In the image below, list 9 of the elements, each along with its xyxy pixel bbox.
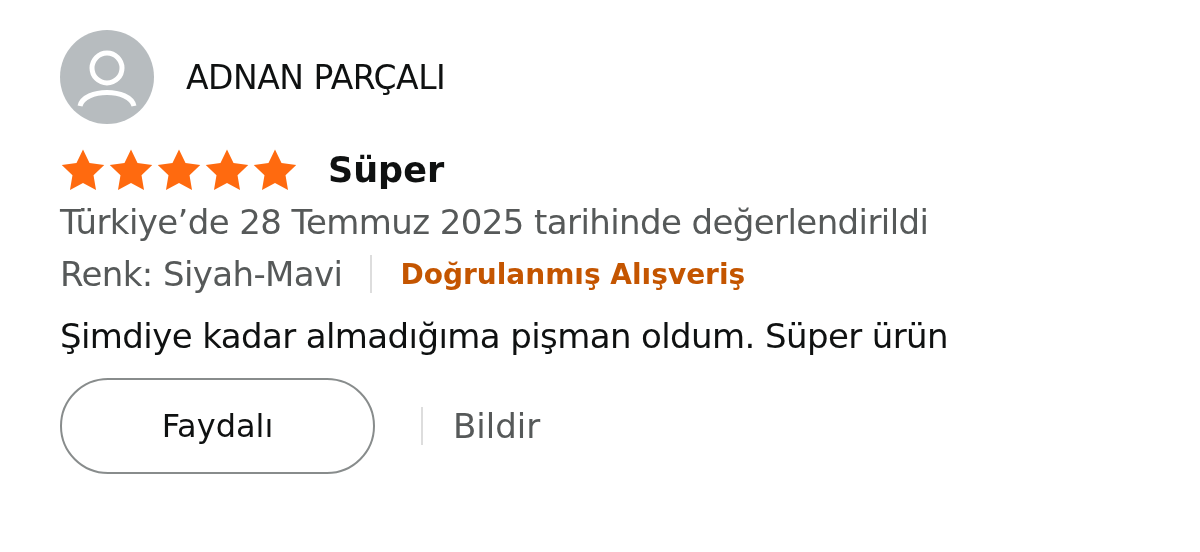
review-date: Türkiye’de 28 Temmuz 2025 tarihinde değerlendirildi bbox=[60, 202, 929, 242]
review-body: Şimdiye kadar almadığıma pişman oldum. Süper ürün bbox=[60, 316, 949, 356]
verified-purchase-label: Doğrulanmış Alışveriş bbox=[400, 257, 746, 291]
reviewer-name: ADNAN PARÇALI bbox=[186, 57, 446, 97]
helpful-button[interactable]: Faydalı bbox=[60, 378, 375, 474]
review-title: Süper bbox=[328, 150, 445, 190]
variant-label: Renk: Siyah-Mavi bbox=[60, 254, 343, 294]
avatar-icon bbox=[60, 30, 154, 124]
report-link[interactable]: Bildir bbox=[453, 406, 541, 446]
